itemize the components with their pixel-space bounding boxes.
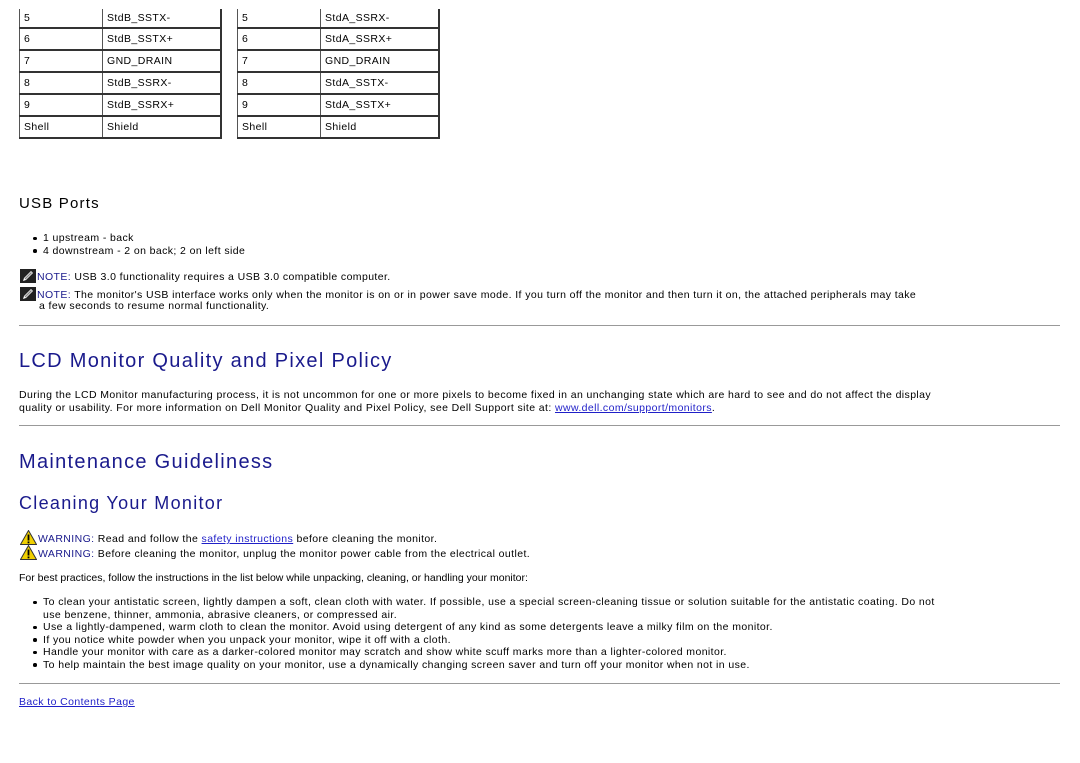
pin-number: 8 (237, 72, 321, 95)
best-practices-intro: For best practices, follow the instructi… (19, 572, 528, 584)
note-text: USB 3.0 functionality requires a USB 3.0… (71, 271, 391, 283)
safety-instructions-link[interactable]: safety instructions (202, 533, 294, 545)
policy-text-line2: quality or usability. For more informati… (19, 401, 555, 414)
note-continuation: a few seconds to resume normal functiona… (39, 300, 270, 312)
table-row: 5 StdA_SSRX- (237, 9, 439, 29)
lcd-policy-heading: LCD Monitor Quality and Pixel Policy (19, 350, 393, 372)
table-row: 9 StdB_SSRX+ (19, 94, 221, 117)
signal-name: StdA_SSTX+ (320, 94, 439, 117)
divider (19, 683, 1060, 684)
divider (19, 425, 1060, 426)
pin-number: 6 (19, 28, 103, 51)
list-item: 1 upstream - back (32, 232, 245, 245)
pin-number: 9 (19, 94, 103, 117)
divider (19, 325, 1060, 326)
signal-name: GND_DRAIN (102, 50, 221, 73)
pin-table-standard-b: 5 StdB_SSTX- 6 StdB_SSTX+ 7 GND_DRAIN 8 StdB… (19, 9, 222, 139)
note-label: NOTE: (37, 271, 72, 283)
cleaning-heading: Cleaning Your Monitor (19, 493, 224, 513)
signal-name: StdA_SSRX+ (320, 28, 439, 51)
signal-name: Shield (102, 116, 221, 139)
table-row: Shell Shield (237, 116, 439, 139)
table-row: 5 StdB_SSTX- (19, 9, 221, 29)
list-item: To clean your antistatic screen, lightly… (33, 596, 935, 608)
policy-text-end: . (711, 401, 716, 414)
list-item-text: use benzene, thinner, ammonia, abrasive … (43, 608, 398, 621)
warning-text: Read and follow the (94, 533, 202, 545)
signal-name: StdA_SSTX- (320, 72, 439, 95)
list-item-continuation: use benzene, thinner, ammonia, abrasive … (43, 609, 935, 622)
table-row: 7 GND_DRAIN (237, 50, 439, 73)
back-to-contents-link[interactable]: Back to Contents Page (19, 696, 135, 708)
table-row: Shell Shield (19, 116, 221, 139)
warning-unplug: WARNING: Before cleaning the monitor, un… (19, 544, 531, 564)
table-row: 6 StdB_SSTX+ (19, 28, 221, 51)
warning-triangle-icon (19, 544, 38, 564)
signal-name: StdA_SSRX- (320, 9, 439, 29)
pin-number: 5 (237, 9, 321, 29)
pin-table-standard-a: 5 StdA_SSRX- 6 StdA_SSRX+ 7 GND_DRAIN 8 StdA… (237, 9, 440, 139)
policy-text-line1: During the LCD Monitor manufacturing pro… (19, 389, 932, 401)
pin-number: 8 (19, 72, 103, 95)
list-item: Use a lightly-dampened, warm cloth to cl… (33, 621, 935, 634)
cleaning-list: To clean your antistatic screen, lightly… (19, 596, 935, 672)
list-item: 4 downstream - 2 on back; 2 on left side (32, 244, 246, 257)
signal-name: StdB_SSRX- (102, 72, 221, 95)
usb-ports-heading: USB Ports (19, 195, 100, 212)
table-row: 6 StdA_SSRX+ (237, 28, 439, 51)
warning-text-end: before cleaning the monitor. (293, 533, 438, 545)
table-row: 7 GND_DRAIN (19, 50, 221, 73)
warning-label: WARNING: (38, 548, 95, 560)
note-pencil-icon (20, 287, 36, 305)
note-pencil-icon (20, 269, 36, 287)
list-item: Handle your monitor with care as a darke… (33, 646, 935, 659)
pin-number: 7 (237, 50, 321, 73)
pin-number: Shell (237, 116, 321, 139)
note-usb3: NOTE: USB 3.0 functionality requires a U… (20, 269, 391, 287)
signal-name: Shield (320, 116, 439, 139)
warning-label: WARNING: (38, 533, 95, 545)
signal-name: GND_DRAIN (320, 50, 439, 73)
list-item: If you notice white powder when you unpa… (33, 634, 935, 647)
table-row: 8 StdB_SSRX- (19, 72, 221, 95)
dell-support-link[interactable]: www.dell.com/support/monitors (555, 402, 712, 414)
signal-name: StdB_SSTX+ (102, 28, 221, 51)
pin-number: 5 (19, 9, 103, 29)
pin-number: 7 (19, 50, 103, 73)
maintenance-heading: Maintenance Guideliness (19, 451, 274, 473)
usb-ports-list: 1 upstream - back 4 downstream - 2 on ba… (19, 232, 245, 257)
list-item: To help maintain the best image quality … (33, 659, 935, 672)
lcd-policy-text: During the LCD Monitor manufacturing pro… (19, 389, 1059, 415)
pin-number: 6 (237, 28, 321, 51)
signal-name: StdB_SSRX+ (102, 94, 221, 117)
table-row: 8 StdA_SSTX- (237, 72, 439, 95)
pin-number: 9 (237, 94, 321, 117)
warning-text: Before cleaning the monitor, unplug the … (94, 548, 531, 560)
table-row: 9 StdA_SSTX+ (237, 94, 439, 117)
pin-number: Shell (19, 116, 103, 139)
signal-name: StdB_SSTX- (102, 9, 221, 29)
